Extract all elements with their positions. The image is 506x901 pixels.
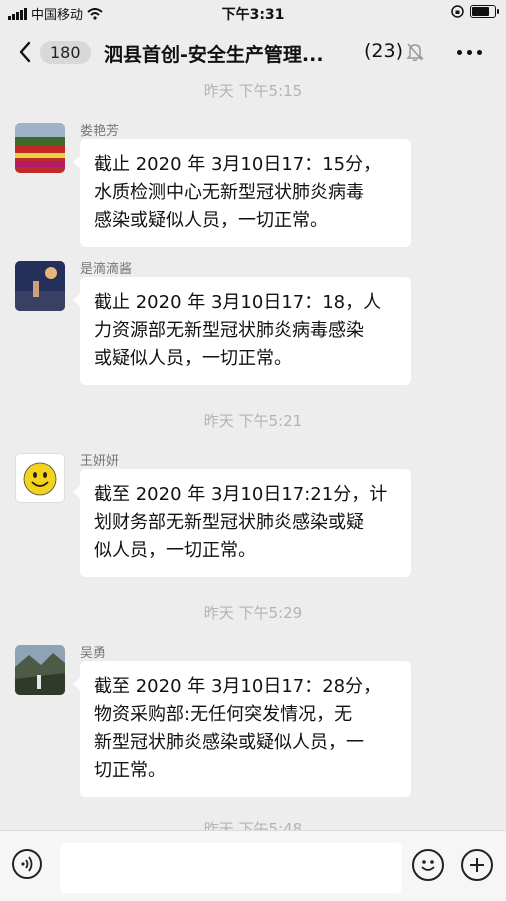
back-button[interactable]: 180 xyxy=(18,38,98,66)
message-bubble[interactable]: 截止 2020 年 3月10日17：15分， 水质检测中心无新型冠状肺炎病毒 感… xyxy=(73,139,411,247)
plus-button[interactable] xyxy=(461,849,493,881)
message-line: 切正常。 xyxy=(94,760,166,781)
avatar-smiley-image xyxy=(23,462,57,496)
timestamp: 昨天 下午5:15 xyxy=(203,82,303,100)
status-bar: 中国移动 下午3:31 xyxy=(0,0,506,26)
avatar[interactable] xyxy=(15,261,65,311)
message-line: 划财务部无新型冠状肺炎感染或疑 xyxy=(94,512,364,533)
message-line: 截止 2020 年 3月10日17：18，人 xyxy=(94,292,382,313)
emoji-button[interactable] xyxy=(412,849,444,881)
message-line: 截止 2020 年 3月10日17：15分， xyxy=(94,154,382,175)
input-bar xyxy=(0,830,506,901)
status-time: 下午3:31 xyxy=(221,7,285,23)
sender-name: 王妍妍 xyxy=(80,454,120,469)
message-line: 截至 2020 年 3月10日17：28分， xyxy=(94,676,382,697)
timestamp: 昨天 下午5:21 xyxy=(203,412,303,430)
unread-count-badge: 180 xyxy=(40,40,91,64)
chevron-left-icon xyxy=(19,41,31,63)
avatar-flowers-image xyxy=(15,123,65,173)
avatar[interactable] xyxy=(15,123,65,173)
avatar[interactable] xyxy=(15,453,65,503)
sender-name: 是滴滴酱 xyxy=(80,262,133,277)
battery-icon xyxy=(470,5,499,18)
message-input[interactable] xyxy=(60,843,402,893)
bell-muted-icon xyxy=(406,43,424,62)
emoji-icon xyxy=(421,860,435,871)
more-options-button[interactable] xyxy=(457,50,482,55)
chat-title: 泗县首创-安全生产管理... xyxy=(104,44,324,66)
avatar-landscape-image xyxy=(15,645,65,695)
voice-button[interactable] xyxy=(12,849,42,879)
plus-icon xyxy=(470,858,484,872)
message-line: 似人员，一切正常。 xyxy=(94,540,256,561)
message-bubble[interactable]: 截止 2020 年 3月10日17：18，人 力资源部无新型冠状肺炎病毒感染 或… xyxy=(73,277,411,385)
avatar-night-scene-image xyxy=(15,261,65,311)
nav-bar: 180 泗县首创-安全生产管理... (23) xyxy=(0,26,506,78)
message-line: 感染或疑似人员，一切正常。 xyxy=(94,210,328,231)
voice-icon xyxy=(21,856,33,872)
message-line: 水质检测中心无新型冠状肺炎病毒 xyxy=(94,182,364,203)
message-line: 力资源部无新型冠状肺炎病毒感染 xyxy=(94,320,364,341)
message-bubble[interactable]: 截至 2020 年 3月10日17:21分，计 划财务部无新型冠状肺炎感染或疑 … xyxy=(73,469,411,577)
message-line: 或疑似人员，一切正常。 xyxy=(94,348,292,369)
status-right xyxy=(451,5,499,18)
sender-name: 娄艳芳 xyxy=(80,124,120,139)
timestamp: 昨天 下午5:29 xyxy=(203,604,303,622)
sender-name: 吴勇 xyxy=(80,646,107,661)
more-dots-icon xyxy=(457,50,462,55)
avatar[interactable] xyxy=(15,645,65,695)
message-line: 截至 2020 年 3月10日17:21分，计 xyxy=(94,484,388,505)
message-line: 物资采购部:无任何突发情况，无 xyxy=(94,704,353,725)
message-line: 新型冠状肺炎感染或疑似人员，一 xyxy=(94,732,364,753)
rotation-lock-icon xyxy=(451,5,464,18)
chat-area[interactable]: 昨天 下午5:15 娄艳芳 截止 2020 年 3月10日17：15分， 水质检… xyxy=(0,78,506,830)
message-bubble[interactable]: 截至 2020 年 3月10日17：28分， 物资采购部:无任何突发情况，无 新… xyxy=(73,661,411,797)
member-count: (23) xyxy=(364,40,404,62)
timestamp: 昨天 下午5:48 xyxy=(203,820,303,830)
